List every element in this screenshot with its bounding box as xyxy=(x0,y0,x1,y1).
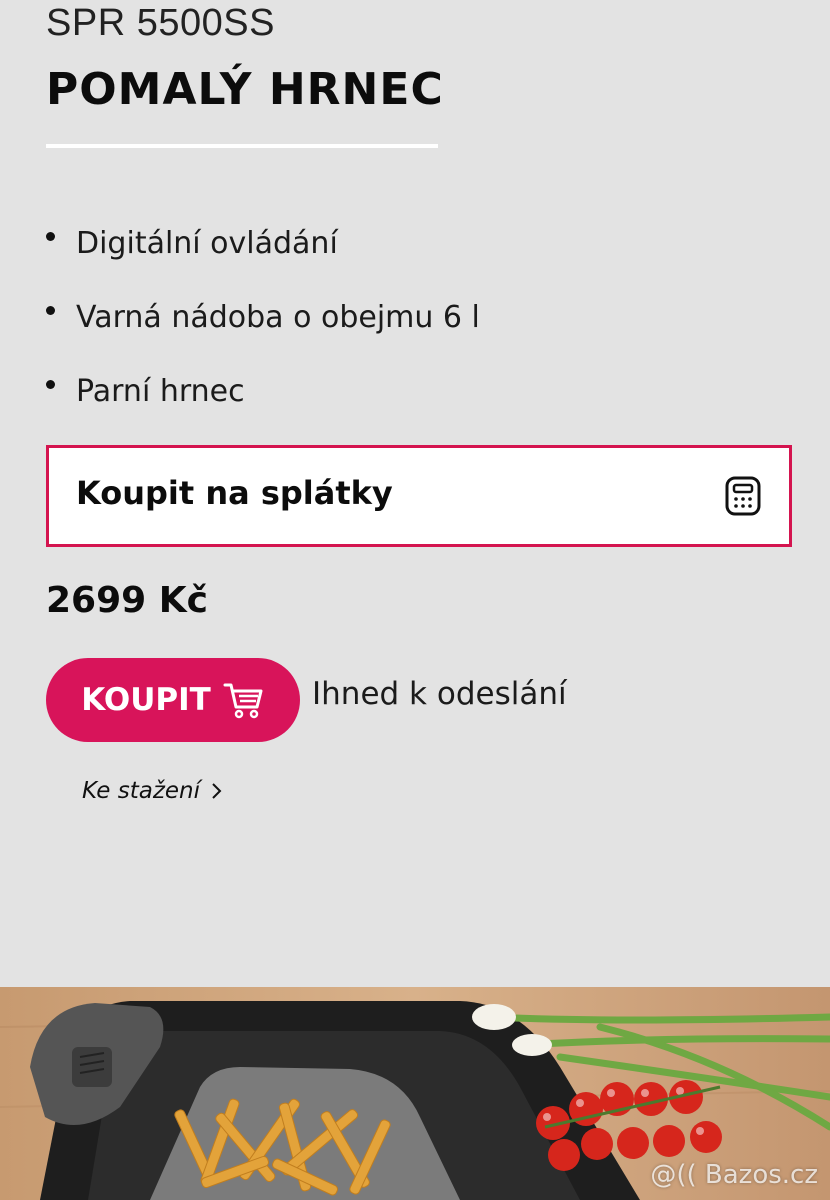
product-price: 2699 Kč xyxy=(46,580,208,621)
title-underline xyxy=(46,144,438,148)
feature-item: Digitální ovládání xyxy=(46,222,480,296)
feature-text: Varná nádoba o obejmu 6 l xyxy=(76,300,480,335)
product-photo: @(( Bazos.cz xyxy=(0,987,830,1200)
availability-status: Ihned k odeslání xyxy=(312,676,567,712)
download-link[interactable]: Ke stažení xyxy=(82,778,223,804)
feature-item: Varná nádoba o obejmu 6 l xyxy=(46,296,480,370)
bullet-icon xyxy=(46,232,55,241)
cart-icon xyxy=(223,683,263,719)
feature-item: Parní hrnec xyxy=(46,370,480,444)
calculator-icon xyxy=(725,476,761,516)
product-title: POMALÝ HRNEC xyxy=(46,64,444,115)
bullet-icon xyxy=(46,380,55,389)
product-model: SPR 5500SS xyxy=(46,2,275,44)
feature-text: Digitální ovládání xyxy=(76,226,338,261)
chevron-right-icon xyxy=(212,783,222,799)
buy-button[interactable]: KOUPIT xyxy=(46,658,300,742)
watermark: @(( Bazos.cz xyxy=(650,1160,818,1190)
bullet-icon xyxy=(46,306,55,315)
feature-list: Digitální ovládání Varná nádoba o obejmu… xyxy=(46,222,480,444)
feature-text: Parní hrnec xyxy=(76,374,245,409)
download-label: Ke stažení xyxy=(82,778,201,804)
installment-button[interactable]: Koupit na splátky xyxy=(46,445,792,547)
installment-label: Koupit na splátky xyxy=(76,474,393,512)
buy-button-label: KOUPIT xyxy=(81,682,211,718)
